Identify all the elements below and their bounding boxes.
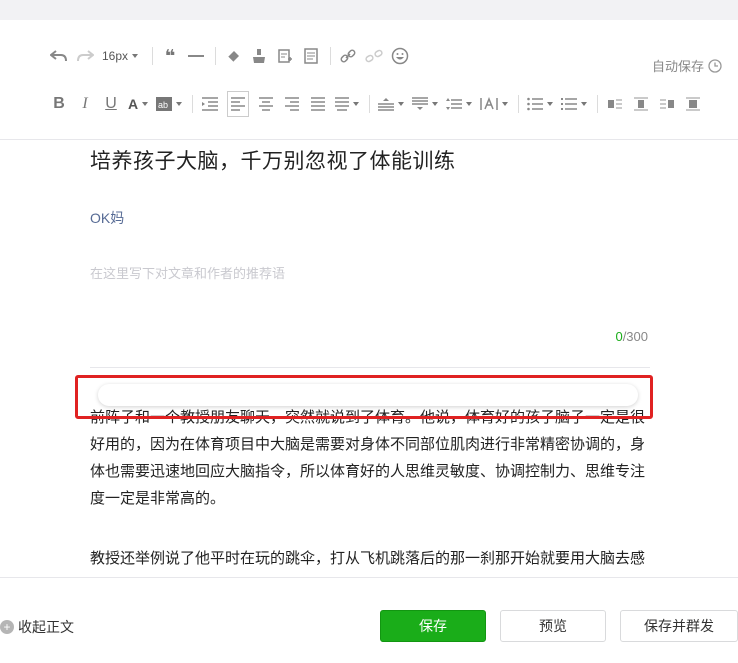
plus-circle-icon: +	[0, 620, 14, 634]
paragraph-spacing-after-icon[interactable]	[412, 92, 439, 116]
align-center-icon[interactable]	[257, 92, 275, 116]
format-brush-icon[interactable]	[250, 44, 268, 68]
floating-toolbar-pill[interactable]	[98, 384, 638, 406]
align-left-icon[interactable]	[227, 91, 250, 117]
article-paragraph[interactable]: 前阵子和一个教授朋友聊天，突然就说到了体育。他说，体育好的孩子脑子一定是很好用的…	[90, 404, 650, 512]
line-height-icon[interactable]	[446, 92, 473, 116]
preview-button[interactable]: 预览	[500, 610, 606, 642]
toolbar-row-2: B I U A ab	[50, 91, 710, 117]
background-color-icon[interactable]: ab	[156, 92, 183, 116]
underline-icon[interactable]: U	[102, 92, 120, 116]
toolbar-row-1: 16px ❝	[50, 44, 417, 68]
redo-icon[interactable]	[76, 44, 94, 68]
editor-toolbar: 16px ❝ B I U A ab 自动保存	[0, 20, 738, 140]
quote-icon[interactable]: ❝	[161, 44, 179, 68]
font-size-select[interactable]: 16px	[102, 49, 139, 63]
unordered-list-icon[interactable]	[561, 92, 588, 116]
float-left-icon[interactable]	[606, 92, 624, 116]
chevron-down-icon	[132, 54, 139, 58]
eraser-icon[interactable]	[224, 44, 242, 68]
digest-input[interactable]: 在这里写下对文章和作者的推荐语	[90, 263, 285, 282]
float-right-icon[interactable]	[658, 92, 676, 116]
emoji-icon[interactable]	[391, 44, 409, 68]
collapse-body-label: 收起正文	[18, 619, 74, 635]
float-center-icon[interactable]	[632, 92, 650, 116]
toolbar-divider	[597, 95, 599, 113]
content-divider	[90, 367, 650, 368]
toolbar-divider	[369, 95, 371, 113]
font-size-value: 16px	[102, 49, 129, 63]
paragraph-spacing-before-icon[interactable]	[378, 92, 405, 116]
toolbar-divider	[192, 95, 194, 113]
toolbar-divider	[215, 47, 217, 65]
letter-spacing-icon[interactable]	[480, 92, 509, 116]
article-title[interactable]: 培养孩子大脑，千万别忽视了体能训练	[90, 145, 456, 175]
article-paragraph[interactable]: 教授还举例说了他平时在玩的跳伞，打从飞机跳落后的那一刹那开始就要用大脑去感	[90, 545, 650, 572]
collapse-body-button[interactable]: + 收起正文	[0, 617, 74, 637]
toolbar-divider	[518, 95, 520, 113]
justify-distribute-icon[interactable]	[335, 92, 360, 116]
insert-template-icon[interactable]	[276, 44, 294, 68]
justify-icon[interactable]	[309, 92, 327, 116]
article-author[interactable]: OK妈	[90, 208, 124, 228]
toolbar-divider	[152, 47, 154, 65]
bold-icon[interactable]: B	[50, 92, 68, 116]
svg-text:ab: ab	[158, 100, 168, 110]
counter-current: 0	[615, 329, 623, 344]
align-right-icon[interactable]	[283, 92, 301, 116]
autosave-label: 自动保存	[651, 59, 704, 74]
digest-char-counter: 0/300	[615, 329, 648, 344]
unlink-icon[interactable]	[365, 44, 383, 68]
indent-icon[interactable]	[201, 92, 219, 116]
counter-max: /300	[622, 329, 648, 344]
font-color-icon[interactable]: A	[128, 92, 149, 116]
autosave-status: 自动保存	[652, 56, 722, 75]
horizontal-rule-icon[interactable]	[187, 44, 205, 68]
save-and-publish-button[interactable]: 保存并群发	[620, 610, 738, 642]
document-icon[interactable]	[302, 44, 320, 68]
link-icon[interactable]	[339, 44, 357, 68]
float-none-icon[interactable]	[684, 92, 702, 116]
save-button[interactable]: 保存	[380, 610, 486, 642]
undo-icon[interactable]	[50, 44, 68, 68]
italic-icon[interactable]: I	[76, 92, 94, 116]
ordered-list-icon[interactable]	[527, 92, 554, 116]
top-strip	[0, 0, 738, 20]
clock-icon	[708, 58, 722, 73]
toolbar-divider	[330, 47, 332, 65]
